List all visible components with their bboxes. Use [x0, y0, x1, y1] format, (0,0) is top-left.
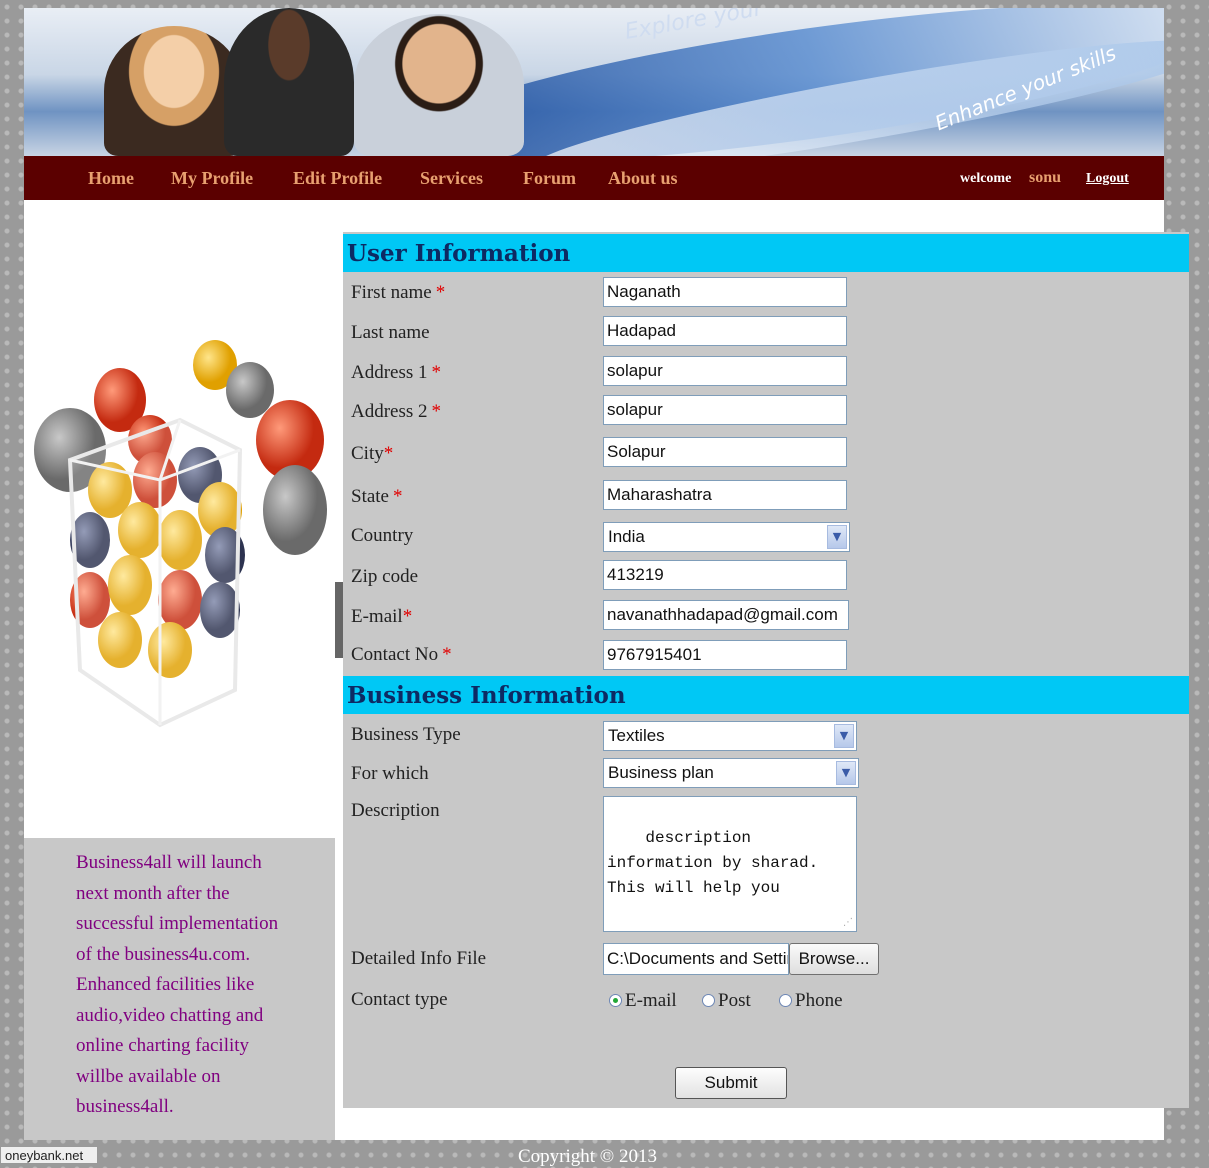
banner-person-woman: [104, 26, 244, 156]
chevron-down-icon[interactable]: ▼: [827, 525, 847, 549]
contact-type-post-radio[interactable]: Post: [702, 990, 751, 1012]
address1-label: Address 1 *: [351, 362, 442, 383]
country-select[interactable]: India ▼: [603, 522, 850, 552]
nav-forum[interactable]: Forum: [523, 168, 576, 189]
logout-link[interactable]: Logout: [1086, 171, 1129, 187]
footer-links: admin | Staff| privacy policy: [636, 1116, 851, 1138]
resize-grip-icon[interactable]: ⋰: [843, 917, 853, 928]
column-divider: [335, 582, 343, 658]
city-label: City*: [351, 443, 394, 464]
welcome-label: welcome: [960, 171, 1012, 186]
description-text: description information by sharad. This …: [607, 829, 828, 897]
radio-icon[interactable]: [702, 994, 715, 1007]
nav-services[interactable]: Services: [420, 168, 483, 189]
last-name-input[interactable]: Hadapad: [603, 316, 847, 346]
header-banner: Explore your Enhance your skills: [24, 8, 1164, 156]
required-mark: *: [435, 282, 446, 303]
business-type-select[interactable]: Textiles ▼: [603, 721, 857, 751]
nav-my-profile[interactable]: My Profile: [171, 168, 253, 189]
zip-code-input[interactable]: 413219: [603, 560, 847, 590]
address1-input[interactable]: solapur: [603, 356, 847, 386]
contact-type-label: Contact type: [351, 989, 448, 1010]
address2-label: Address 2 *: [351, 401, 442, 422]
last-name-label: Last name: [351, 322, 430, 343]
footer-admin-link[interactable]: admin: [636, 1116, 684, 1137]
email-label: E-mail*: [351, 606, 413, 627]
file-path-input[interactable]: C:\Documents and Settin: [603, 943, 789, 975]
email-input[interactable]: navanathhadapad@gmail.com: [603, 600, 849, 630]
profile-form: User Information First name * Naganath La…: [343, 232, 1189, 1108]
radio-selected-icon[interactable]: [609, 994, 622, 1007]
footer-staff-link[interactable]: Staff: [697, 1116, 734, 1137]
for-which-selected-value: Business plan: [608, 763, 714, 782]
main-nav: Home My Profile Edit Profile Services Fo…: [24, 156, 1164, 200]
country-selected-value: India: [608, 527, 645, 546]
first-name-label: First name *: [351, 282, 446, 303]
footer-separator: |: [688, 1116, 693, 1137]
browser-status-bar: oneybank.net: [0, 1146, 98, 1164]
first-name-input[interactable]: Naganath: [603, 277, 847, 307]
country-label: Country: [351, 525, 414, 546]
username-label: sonu: [1029, 169, 1062, 186]
business-type-selected-value: Textiles: [608, 726, 665, 745]
contact-type-email-radio[interactable]: E-mail: [609, 990, 677, 1012]
state-input[interactable]: Maharashatra: [603, 480, 847, 510]
user-info-header: User Information: [343, 234, 1189, 272]
announcement-text: Business4all will launch next month afte…: [76, 852, 279, 1117]
for-which-select[interactable]: Business plan ▼: [603, 758, 859, 788]
business-type-label: Business Type: [351, 724, 461, 745]
required-mark: *: [442, 644, 452, 665]
copyright-text: Copyright © 2013: [518, 1146, 657, 1167]
balls-cube-illustration: [34, 340, 327, 728]
city-input[interactable]: Solapur: [603, 437, 847, 467]
contact-type-email-label: E-mail: [625, 990, 677, 1011]
description-label: Description: [351, 800, 440, 821]
footer-privacy-link[interactable]: privacy policy: [742, 1116, 851, 1137]
detailed-info-file-label: Detailed Info File: [351, 948, 487, 969]
contact-type-phone-radio[interactable]: Phone: [779, 990, 843, 1012]
browse-button[interactable]: Browse...: [789, 943, 879, 975]
radio-icon[interactable]: [779, 994, 792, 1007]
nav-edit-profile[interactable]: Edit Profile: [293, 168, 382, 189]
required-mark: *: [431, 362, 442, 383]
business-info-header: Business Information: [343, 676, 1189, 714]
chevron-down-icon[interactable]: ▼: [836, 761, 856, 785]
required-mark: *: [431, 401, 442, 422]
banner-person-man: [224, 8, 354, 156]
contact-type-phone-label: Phone: [795, 990, 843, 1011]
chevron-down-icon[interactable]: ▼: [834, 724, 854, 748]
address2-input[interactable]: solapur: [603, 395, 847, 425]
required-mark: *: [393, 486, 403, 507]
submit-button[interactable]: Submit: [675, 1067, 787, 1099]
for-which-label: For which: [351, 763, 429, 784]
announcement-box: Business4all will launch next month afte…: [24, 838, 335, 1140]
user-info-heading: User Information: [347, 240, 571, 267]
nav-home[interactable]: Home: [88, 168, 134, 189]
footer-separator: |: [733, 1116, 738, 1137]
required-mark: *: [402, 606, 413, 627]
required-mark: *: [383, 443, 394, 464]
description-textarea[interactable]: description information by sharad. This …: [603, 796, 857, 932]
zip-code-label: Zip code: [351, 566, 419, 587]
contact-no-input[interactable]: 9767915401: [603, 640, 847, 670]
nav-about-us[interactable]: About us: [608, 168, 678, 189]
contact-type-post-label: Post: [718, 990, 751, 1011]
contact-no-label: Contact No *: [351, 644, 452, 665]
state-label: State *: [351, 486, 403, 507]
banner-person-smiling-man: [354, 14, 524, 156]
business-info-heading: Business Information: [347, 682, 626, 709]
